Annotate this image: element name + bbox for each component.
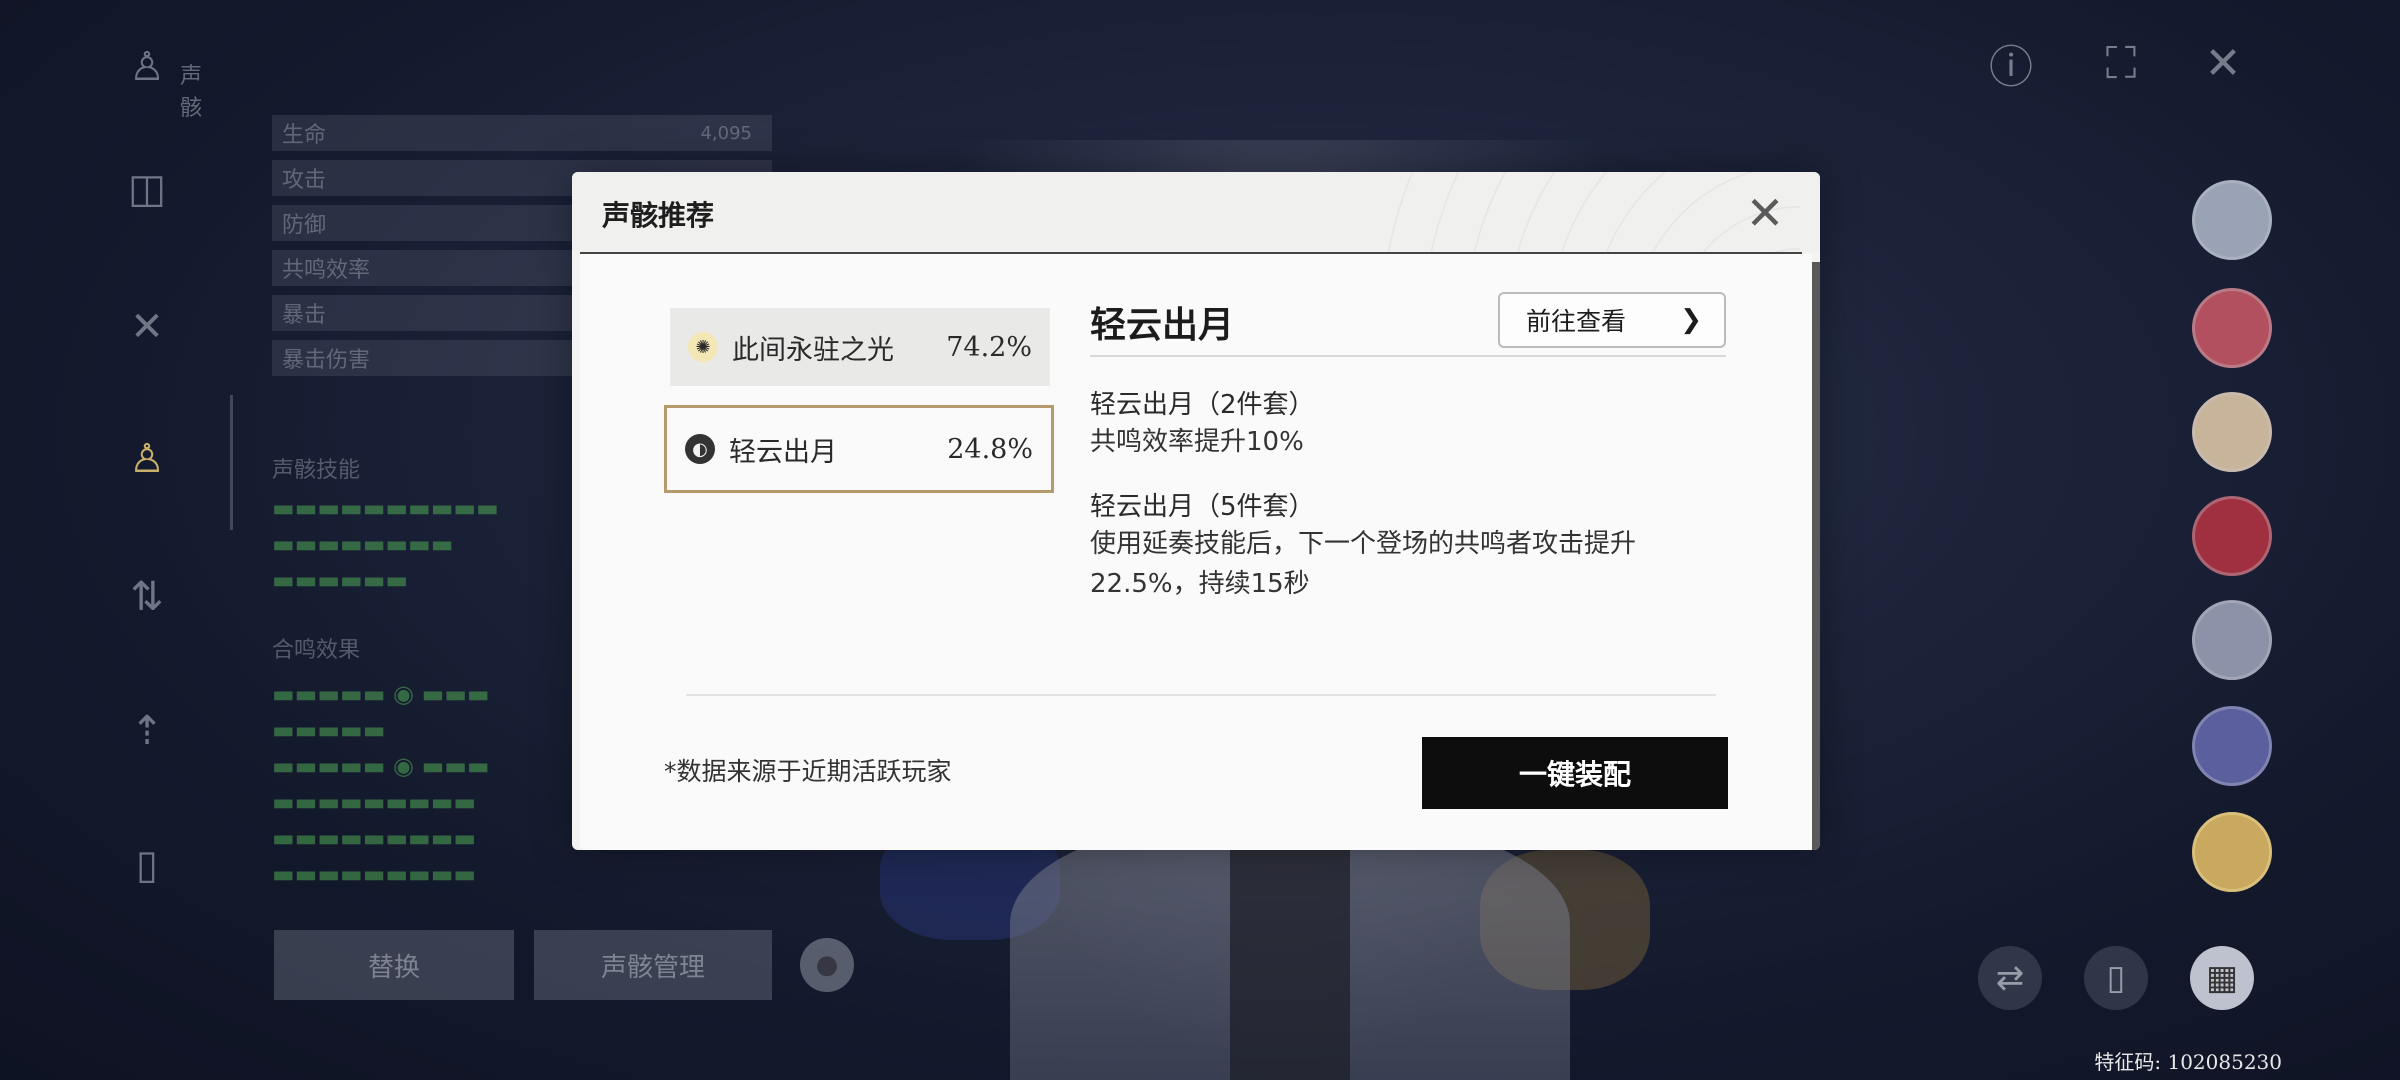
echo-icon[interactable]: ♙ [120,432,174,486]
modal-title: 声骸推荐 [602,199,715,232]
set-name: 此间永驻之光 [732,334,894,366]
nav-divider [230,395,233,530]
switch-icon[interactable]: ⇄ [1978,946,2042,1010]
set-percent: 74.2% [946,331,1032,363]
chain-icon[interactable]: ⇡ [120,704,174,758]
echo-section-title: 声骸技能 [272,458,361,483]
skill-icon[interactable]: ⇅ [120,570,174,624]
profile-icon[interactable]: ▯ [120,838,174,892]
sun-icon: ✺ [688,332,718,362]
detail-divider [1090,355,1726,357]
grid-icon[interactable]: ▦ [2190,946,2254,1010]
avatar[interactable] [2192,706,2272,786]
avatar[interactable] [2192,288,2272,368]
lock-icon[interactable]: ● [800,938,854,992]
bonus-text: 共鸣效率提升10% [1090,427,1304,457]
set-percent: 24.8% [947,433,1033,465]
bonus-head: 轻云出月（5件套） [1090,492,1315,522]
bonus-head: 轻云出月（2件套） [1090,390,1315,420]
goto-label: 前往查看 [1526,307,1627,336]
footer-divider [686,694,1716,696]
moon-icon: ◐ [685,434,715,464]
header-decoration [1380,172,1800,252]
echo-manage-button[interactable]: 声骸管理 [534,930,772,1000]
left-nav-title: 声骸 [180,64,203,121]
echo-nav-icon[interactable]: ♙ [120,40,174,94]
avatar[interactable] [2192,496,2272,576]
goto-button[interactable]: 前往查看 ❯ [1498,292,1726,348]
avatar[interactable] [2192,392,2272,472]
avatar[interactable] [2192,180,2272,260]
uid-label: 特征码: 102085230 [2094,1050,2282,1074]
phone-icon[interactable]: ▯ [2084,946,2148,1010]
bonus-text: 使用延奏技能后，下一个登场的共鸣者攻击提升22.5%，持续15秒 [1090,529,1637,599]
modal-edge [1812,262,1820,850]
resonator-icon[interactable]: ◫ [120,162,174,216]
weapon-icon[interactable]: ✕ [120,300,174,354]
echo-set-title: 合鸣效果 [272,638,361,663]
filter-icon[interactable]: ⛶ [2092,34,2150,92]
info-icon[interactable]: ⓘ [1982,34,2040,93]
set-name: 轻云出月 [729,436,837,468]
source-note: *数据来源于近期活跃玩家 [664,757,952,786]
avatar-selected[interactable] [2192,812,2272,892]
chevron-right-icon: ❯ [1680,305,1702,335]
set-item-moon[interactable]: ◐ 轻云出月 24.8% [664,405,1054,493]
close-icon[interactable]: ✕ [2194,34,2252,92]
stat-row: 生命 4,095 [272,115,772,151]
avatar[interactable] [2192,600,2272,680]
close-icon[interactable]: ✕ [1738,186,1792,240]
replace-button[interactable]: 替换 [274,930,514,1000]
detail-title: 轻云出月 [1090,305,1235,346]
one-click-equip-button[interactable]: 一键装配 [1422,737,1728,809]
set-item-light[interactable]: ✺ 此间永驻之光 74.2% [670,308,1050,386]
